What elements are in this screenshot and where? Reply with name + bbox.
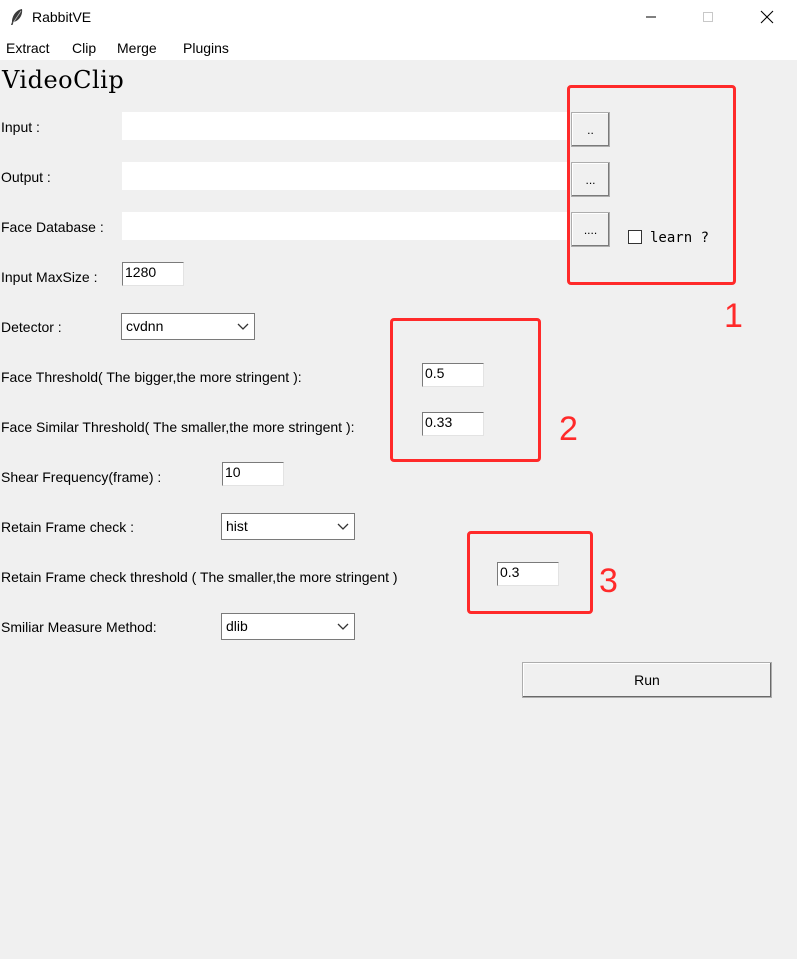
- retain-check-label: Retain Frame check :: [1, 519, 135, 535]
- detector-value: cvdnn: [126, 318, 164, 334]
- menu-extract[interactable]: Extract: [6, 40, 50, 56]
- retain-check-select[interactable]: hist: [221, 513, 355, 540]
- detector-select[interactable]: cvdnn: [121, 313, 255, 340]
- menu-clip[interactable]: Clip: [72, 40, 96, 56]
- face-database-field[interactable]: [122, 212, 569, 240]
- similar-method-value: dlib: [226, 618, 248, 634]
- detector-label: Detector :: [1, 319, 62, 335]
- annotation-box-1: [567, 85, 736, 285]
- annotation-number-2: 2: [559, 410, 578, 448]
- annotation-box-2: [390, 318, 541, 462]
- face-similar-label: Face Similar Threshold( The smaller,the …: [1, 419, 355, 435]
- run-button[interactable]: Run: [522, 662, 772, 698]
- shear-frequency-input[interactable]: 10: [222, 462, 284, 486]
- max-size-input[interactable]: 1280: [122, 262, 184, 286]
- feather-app-icon: [11, 9, 23, 25]
- window-title: RabbitVE: [32, 9, 92, 25]
- menu-plugins[interactable]: Plugins: [183, 40, 229, 56]
- chevron-down-icon: [337, 523, 349, 530]
- close-button[interactable]: [744, 0, 790, 34]
- output-label: Output :: [1, 169, 51, 185]
- shear-frequency-label: Shear Frequency(frame) :: [1, 469, 162, 485]
- annotation-number-1: 1: [724, 297, 743, 335]
- title-bar: RabbitVE: [0, 0, 797, 36]
- chevron-down-icon: [237, 323, 249, 330]
- menu-merge[interactable]: Merge: [117, 40, 157, 56]
- maximize-button[interactable]: [685, 0, 731, 34]
- face-threshold-label: Face Threshold( The bigger,the more stri…: [1, 369, 302, 385]
- annotation-box-3: [467, 531, 593, 614]
- menu-bar: Extract Clip Merge Plugins: [0, 36, 797, 60]
- retain-check-value: hist: [226, 518, 248, 534]
- page-title: VideoClip: [2, 66, 125, 94]
- close-icon: [760, 10, 774, 24]
- chevron-down-icon: [337, 623, 349, 630]
- face-database-label: Face Database :: [1, 219, 104, 235]
- maximize-icon: [703, 12, 713, 22]
- minimize-button[interactable]: [628, 0, 674, 34]
- similar-method-select[interactable]: dlib: [221, 613, 355, 640]
- input-path-field[interactable]: [122, 112, 569, 140]
- output-path-field[interactable]: [122, 162, 569, 190]
- max-size-label: Input MaxSize :: [1, 269, 98, 285]
- retain-threshold-label: Retain Frame check threshold ( The small…: [1, 569, 398, 585]
- annotation-number-3: 3: [599, 562, 618, 600]
- similar-method-label: Smiliar Measure Method:: [1, 619, 157, 635]
- minimize-icon: [646, 16, 656, 18]
- input-label: Input :: [1, 119, 40, 135]
